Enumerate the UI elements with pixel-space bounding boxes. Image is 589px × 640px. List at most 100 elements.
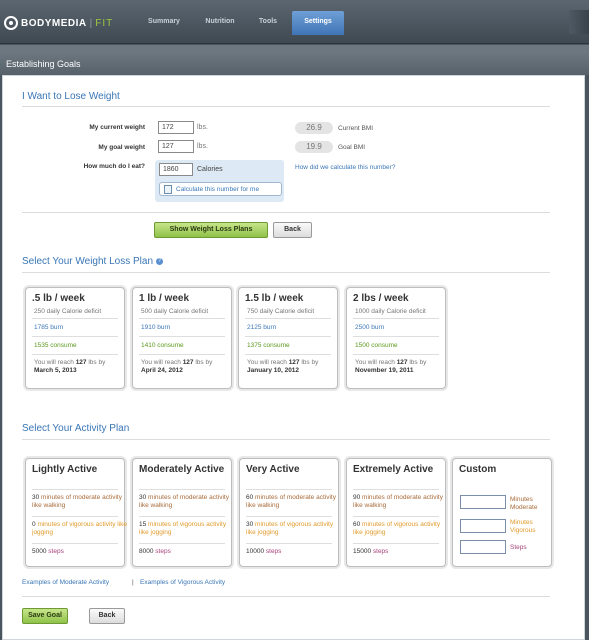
goal-weight-input[interactable]: 127	[158, 140, 194, 153]
divider	[22, 106, 550, 107]
plan-title: 1.5 lb / week	[245, 293, 304, 304]
activity-title: Extremely Active	[353, 464, 434, 475]
plan-burn-label: burn	[50, 324, 64, 331]
brand-name: BODYMEDIA	[21, 17, 87, 29]
steps-text: steps	[48, 548, 64, 555]
activity-card[interactable]: Very Active 60 minutes of moderate activi…	[239, 458, 339, 567]
card-divider	[32, 336, 118, 337]
plan-reach-lbs: 127	[288, 359, 300, 366]
custom-steps-input[interactable]	[460, 540, 506, 554]
plan-deficit: 250 daily Calorie deficit	[34, 308, 102, 315]
current-weight-label: My current weight	[89, 124, 145, 131]
vigorous-examples-link[interactable]: Examples of Vigorous Activity	[140, 579, 225, 586]
plan-consume-value: 1535	[34, 342, 49, 349]
plan-consume: 1500 consume	[355, 342, 398, 349]
show-weight-loss-plans-button[interactable]: Show Weight Loss Plans	[154, 222, 268, 238]
activity-card[interactable]: Lightly Active 30 minutes of moderate act…	[25, 458, 128, 567]
plan-burn: 2125 burn	[247, 324, 276, 331]
plan-reach-date: January 10, 2012	[247, 367, 300, 374]
help-icon[interactable]: ?	[156, 257, 164, 265]
link-separator: |	[132, 579, 134, 586]
moderate-minutes: 60	[246, 494, 254, 501]
plan-reach-date: March 5, 2013	[34, 367, 77, 374]
steps-count: 15000	[353, 548, 372, 555]
plan-consume-label: consume	[371, 342, 398, 349]
activity-vigorous: 0 minutes of vigorous activity like jogg…	[32, 521, 128, 537]
save-goal-button[interactable]: Save Goal	[22, 608, 68, 624]
goal-weight-unit: lbs.	[197, 143, 208, 150]
vigorous-minutes: 15	[139, 521, 147, 528]
activity-moderate: 90 minutes of moderate activity like wal…	[353, 494, 449, 510]
plan-reach-lbs: 127	[396, 359, 408, 366]
plan-card[interactable]: .5 lb / week 250 daily Calorie deficit 178…	[25, 287, 125, 389]
plan-consume: 1375 consume	[247, 342, 290, 349]
steps-count: 10000	[246, 548, 265, 555]
tab-summary[interactable]: Summary	[139, 11, 189, 33]
plan-reach-lbs: 127	[75, 359, 87, 366]
card-divider	[353, 336, 439, 337]
plan-reach-pre: You will reach	[247, 359, 287, 366]
plan-title: 1 lb / week	[139, 293, 190, 304]
how-calculated-link[interactable]: How did we calculate this number?	[295, 164, 395, 171]
moderate-examples-link[interactable]: Examples of Moderate Activity	[22, 579, 109, 586]
calculate-button-label: Calculate this number for me	[176, 186, 260, 193]
divider	[22, 212, 550, 213]
brand-separator: |	[89, 17, 93, 29]
plan-reach: You will reach 127 lbs by April 24, 2012	[141, 359, 236, 375]
plan-deficit: 500 daily Calorie deficit	[141, 308, 209, 315]
bodymedia-logo[interactable]: BODYMEDIA | FIT	[4, 12, 113, 34]
plan-reach: You will reach 127 lbs by January 10, 201…	[247, 359, 342, 375]
lose-weight-heading: I Want to Lose Weight	[22, 91, 120, 102]
plan-burn-value: 2500	[355, 324, 370, 331]
steps-text: steps	[372, 548, 389, 555]
custom-vigorous-input[interactable]	[460, 519, 506, 533]
current-bmi-value: 26.9	[295, 122, 333, 134]
tab-nutrition[interactable]: Nutrition	[196, 11, 244, 33]
plan-burn-value: 1910	[141, 324, 156, 331]
card-divider	[245, 354, 331, 355]
goals-panel: I Want to Lose Weight My current weight …	[2, 75, 585, 640]
activity-moderate: 30 minutes of moderate activity like wal…	[139, 494, 235, 510]
weight-loss-plan-heading-text: Select Your Weight Loss Plan	[22, 256, 154, 267]
activity-card[interactable]: Moderately Active 30 minutes of moderate …	[132, 458, 232, 567]
plan-reach-pre: You will reach	[141, 359, 181, 366]
current-weight-input[interactable]: 172	[158, 121, 194, 134]
back-button-bottom[interactable]: Back	[89, 608, 125, 624]
moderate-text: minutes of moderate activity like walkin…	[246, 494, 336, 509]
plan-card[interactable]: 1 lb / week 500 daily Calorie deficit 1910…	[132, 287, 232, 389]
divider	[22, 439, 550, 440]
activity-card[interactable]: Extremely Active 90 minutes of moderate a…	[346, 458, 446, 567]
activity-card-custom[interactable]: Custom Minutes Moderate Minutes Vigorous…	[452, 458, 552, 567]
plan-reach-post: lbs by	[301, 359, 319, 366]
brand-product: FIT	[95, 17, 114, 29]
plan-reach-pre: You will reach	[34, 359, 74, 366]
plan-card[interactable]: 2 lbs / week 1000 daily Calorie deficit 25…	[346, 287, 446, 389]
plan-title: .5 lb / week	[32, 293, 85, 304]
card-divider	[139, 354, 225, 355]
goal-bmi-label: Goal BMI	[338, 144, 366, 151]
back-button-top[interactable]: Back	[273, 222, 312, 238]
calories-unit: Calories	[197, 166, 223, 173]
card-divider	[139, 318, 225, 319]
plan-reach-post: lbs by	[88, 359, 106, 366]
calories-input[interactable]: 1860	[159, 163, 193, 176]
plan-burn: 2500 burn	[355, 324, 384, 331]
card-divider	[32, 318, 118, 319]
vigorous-minutes: 30	[246, 521, 254, 528]
activity-steps: 15000 steps	[353, 548, 388, 555]
plan-consume-label: consume	[263, 342, 290, 349]
card-divider	[246, 489, 332, 490]
plan-consume-value: 1375	[247, 342, 262, 349]
card-divider	[32, 489, 118, 490]
custom-moderate-input[interactable]	[460, 495, 506, 509]
activity-title: Very Active	[246, 464, 300, 475]
calculate-button[interactable]: Calculate this number for me	[159, 182, 282, 196]
activity-vigorous: 15 minutes of vigorous activity like jog…	[139, 521, 235, 537]
activity-title: Moderately Active	[139, 464, 225, 475]
plan-card[interactable]: 1.5 lb / week 750 daily Calorie deficit 21…	[238, 287, 338, 389]
activity-steps: 10000 steps	[246, 548, 281, 555]
custom-title: Custom	[459, 464, 497, 475]
tab-settings[interactable]: Settings	[292, 11, 344, 35]
current-bmi-label: Current BMI	[338, 125, 374, 132]
tab-tools[interactable]: Tools	[250, 11, 286, 33]
